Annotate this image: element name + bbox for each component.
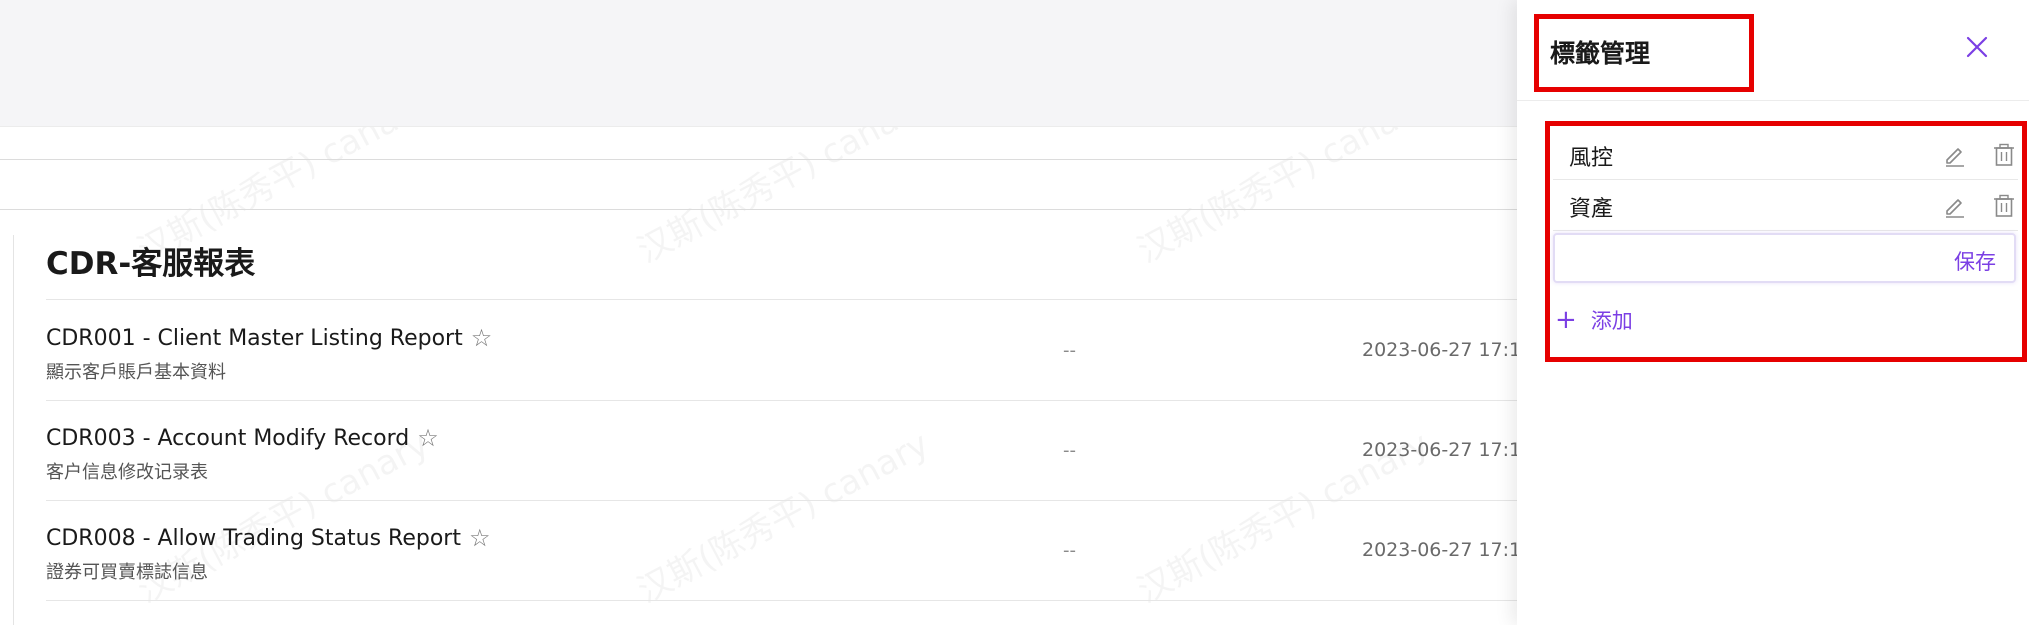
report-title[interactable]: CDR003 - Account Modify Record [46,426,409,451]
tag-management-drawer: 標籤管理 風控 資產 保存 + 添加 [1517,0,2029,625]
report-subtitle: 證券可買賣標誌信息 [46,562,208,583]
star-outline-icon[interactable]: ☆ [417,424,439,452]
report-tag: -- [1063,540,1076,561]
content-border [13,235,14,625]
highlight-box-title [1534,14,1754,92]
report-subtitle: 客户信息修改记录表 [46,462,208,483]
star-outline-icon[interactable]: ☆ [469,524,491,552]
close-icon[interactable] [1962,32,1992,62]
report-title[interactable]: CDR001 - Client Master Listing Report [46,326,463,351]
report-date: 2023-06-27 17:1 [1362,439,1517,461]
divider [46,299,1517,300]
close-button[interactable] [1962,32,1992,62]
highlight-box-tags [1545,121,2027,362]
report-tag: -- [1063,340,1076,361]
divider [46,500,1517,501]
report-row-title[interactable]: CDR003 - Account Modify Record ☆ [46,424,439,452]
report-title[interactable]: CDR008 - Allow Trading Status Report [46,526,461,551]
report-date: 2023-06-27 17:1 [1362,539,1517,561]
top-bar [0,0,1517,127]
filter-band [0,159,1517,210]
report-subtitle: 顯示客戶賬戶基本資料 [46,362,226,383]
report-date: 2023-06-27 17:1 [1362,339,1517,361]
section-title: CDR-客服報表 [46,246,256,282]
report-row-title[interactable]: CDR008 - Allow Trading Status Report ☆ [46,524,490,552]
divider [46,600,1517,601]
star-outline-icon[interactable]: ☆ [471,324,493,352]
report-tag: -- [1063,440,1076,461]
report-row-title[interactable]: CDR001 - Client Master Listing Report ☆ [46,324,492,352]
divider [46,400,1517,401]
watermark: 汉斯(陈秀平) canary [627,417,936,612]
